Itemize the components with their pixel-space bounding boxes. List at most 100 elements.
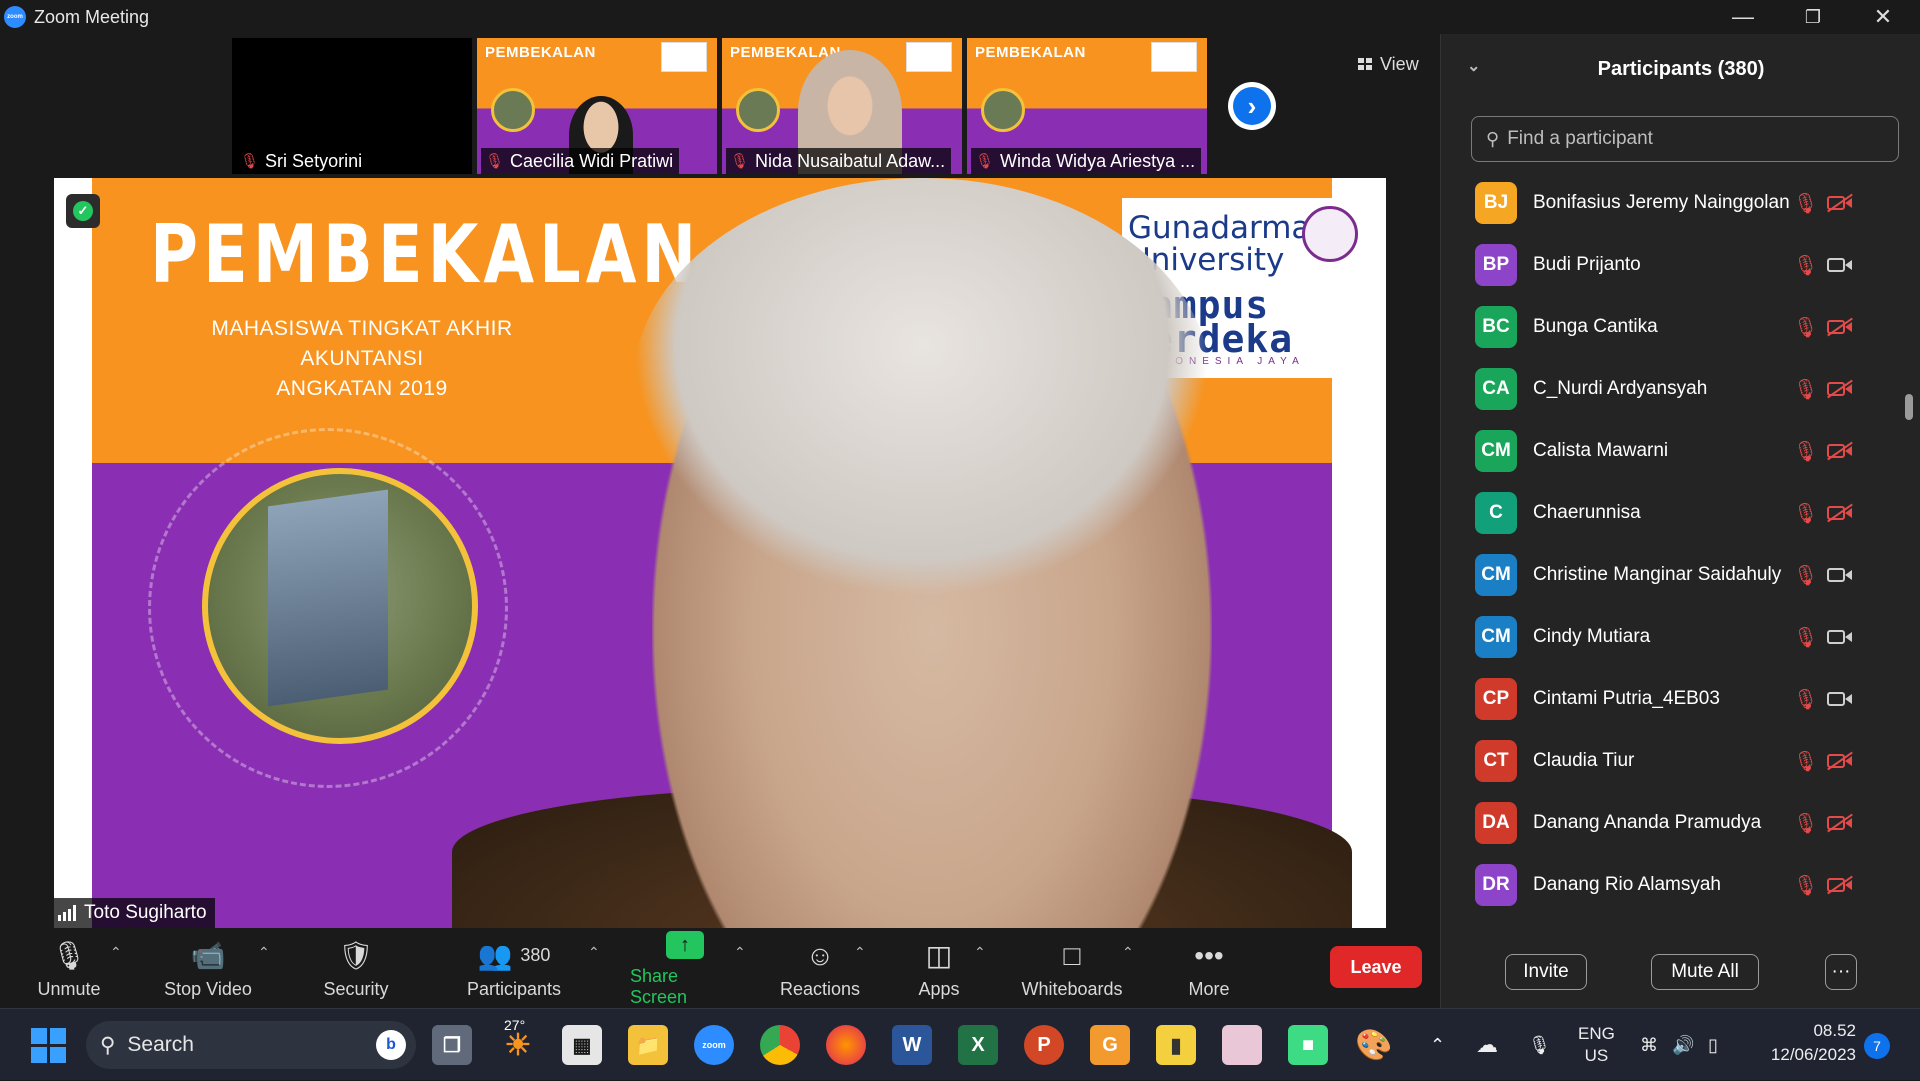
reactions-options-caret-icon[interactable]: ⌃ bbox=[854, 944, 866, 961]
participant-row[interactable]: CT Claudia Tiur 🎙 bbox=[1441, 730, 1903, 792]
firefox-icon[interactable] bbox=[826, 1025, 866, 1065]
microsoft-store-icon[interactable]: ▦ bbox=[562, 1025, 602, 1065]
apps-options-caret-icon[interactable]: ⌃ bbox=[974, 944, 986, 961]
anime-app-icon[interactable] bbox=[1222, 1025, 1262, 1065]
close-button[interactable]: ✕ bbox=[1848, 0, 1918, 34]
participant-row[interactable]: CM Cindy Mutiara 🎙 bbox=[1441, 606, 1903, 668]
leave-button[interactable]: Leave bbox=[1330, 946, 1422, 988]
powerpoint-icon[interactable]: P bbox=[1024, 1025, 1064, 1065]
chrome-icon[interactable] bbox=[760, 1025, 800, 1065]
participant-name: Christine Manginar Saidahuly bbox=[1533, 564, 1782, 585]
whiteboards-button[interactable]: □ Whiteboards bbox=[1016, 930, 1128, 1008]
minimize-button[interactable]: — bbox=[1708, 0, 1778, 34]
onedrive-cloud-icon[interactable]: ☁ bbox=[1476, 1009, 1498, 1081]
chevron-down-icon[interactable]: ⌄ bbox=[1467, 56, 1480, 76]
shield-icon: 🛡 bbox=[338, 940, 374, 971]
connection-signal-icon bbox=[58, 905, 76, 921]
participant-thumbnail[interactable]: PEMBEKALAN 🎙 Caecilia Widi Pratiwi bbox=[477, 38, 717, 174]
encryption-shield-icon[interactable]: ✓ bbox=[66, 194, 100, 228]
share-screen-button[interactable]: ↑ Share Screen bbox=[630, 930, 740, 1008]
panel-more-button[interactable]: ··· bbox=[1825, 954, 1857, 990]
participant-list-scrollbar[interactable] bbox=[1905, 184, 1913, 924]
video-off-icon bbox=[1827, 751, 1853, 771]
speaker-hair bbox=[632, 178, 1212, 598]
file-explorer-icon[interactable]: 📁 bbox=[628, 1025, 668, 1065]
whiteboards-options-caret-icon[interactable]: ⌃ bbox=[1122, 944, 1134, 961]
active-speaker-video[interactable]: PEMBEKALAN MAHASISWA TINGKAT AKHIR AKUNT… bbox=[54, 178, 1386, 928]
participant-thumbnail[interactable]: 🎙 Sri Setyorini bbox=[232, 38, 472, 174]
apps-button[interactable]: ◫ Apps bbox=[906, 930, 972, 1008]
video-off-icon bbox=[1827, 503, 1853, 523]
zoom-app-icon[interactable]: zoom bbox=[694, 1025, 734, 1065]
participant-name: Bonifasius Jeremy Nainggolan bbox=[1533, 192, 1790, 213]
slide-subtitle: MAHASISWA TINGKAT AKHIR AKUNTANSI ANGKAT… bbox=[152, 314, 572, 404]
participant-name: Sri Setyorini bbox=[265, 150, 363, 171]
stop-video-label: Stop Video bbox=[164, 978, 252, 999]
security-button[interactable]: 🛡 Security bbox=[310, 930, 402, 1008]
participant-row[interactable]: BJ Bonifasius Jeremy Nainggolan 🎙 bbox=[1441, 172, 1903, 234]
participant-search[interactable]: ⚲ bbox=[1471, 116, 1899, 162]
bing-icon[interactable]: b bbox=[376, 1030, 406, 1060]
reactions-button[interactable]: ☺ Reactions bbox=[776, 930, 864, 1008]
participants-label: Participants bbox=[466, 978, 562, 999]
participant-thumbnail[interactable]: PEMBEKALAN 🎙 Winda Widya Ariestya ... bbox=[967, 38, 1207, 174]
audio-options-caret-icon[interactable]: ⌃ bbox=[110, 944, 122, 961]
mic-off-icon: 🎙 bbox=[485, 153, 505, 170]
taskbar-search[interactable]: ⚲ Search b bbox=[86, 1021, 416, 1069]
pdf-app-icon[interactable]: G bbox=[1090, 1025, 1130, 1065]
sticky-notes-icon[interactable]: ▮ bbox=[1156, 1025, 1196, 1065]
video-on-icon bbox=[1827, 566, 1853, 584]
university-seal-icon bbox=[1302, 206, 1358, 262]
more-button[interactable]: ••• More bbox=[1176, 930, 1242, 1008]
microphone-icon[interactable]: 🎙 bbox=[1528, 1009, 1551, 1081]
next-page-button[interactable]: › bbox=[1228, 82, 1276, 130]
task-view-icon[interactable]: ❐ bbox=[432, 1025, 472, 1065]
windows-start-icon[interactable] bbox=[28, 1025, 68, 1065]
video-options-caret-icon[interactable]: ⌃ bbox=[258, 944, 270, 961]
paint-icon[interactable]: 🎨 bbox=[1354, 1025, 1394, 1065]
participant-row[interactable]: DR Danang Rio Alamsyah 🎙 bbox=[1441, 854, 1903, 916]
avatar: CT bbox=[1475, 740, 1517, 782]
slide-subtitle-line: MAHASISWA TINGKAT AKHIR AKUNTANSI bbox=[211, 317, 513, 370]
invite-button[interactable]: Invite bbox=[1505, 954, 1587, 990]
video-on-icon bbox=[1827, 256, 1853, 274]
participant-row[interactable]: BP Budi Prijanto 🎙 bbox=[1441, 234, 1903, 296]
mic-off-icon: 🎙 bbox=[1793, 626, 1819, 649]
wifi-icon[interactable]: ⌘ bbox=[1640, 1009, 1658, 1081]
android-app-icon[interactable]: ■ bbox=[1288, 1025, 1328, 1065]
participant-row[interactable]: CP Cintami Putria_4EB03 🎙 bbox=[1441, 668, 1903, 730]
participant-row[interactable]: BC Bunga Cantika 🎙 bbox=[1441, 296, 1903, 358]
language-indicator[interactable]: ENG US bbox=[1578, 1009, 1615, 1081]
thumbnail-name-tag: 🎙 Nida Nusaibatul Adaw... bbox=[726, 148, 952, 174]
slide-title: PEMBEKALAN bbox=[485, 44, 596, 61]
view-button[interactable]: View bbox=[1346, 46, 1431, 82]
share-options-caret-icon[interactable]: ⌃ bbox=[734, 944, 746, 961]
unmute-button[interactable]: 🎙 Unmute bbox=[24, 930, 114, 1008]
participant-row[interactable]: CM Christine Manginar Saidahuly 🎙 bbox=[1441, 544, 1903, 606]
search-input[interactable] bbox=[1507, 128, 1888, 150]
participants-button[interactable]: 👥 380 Participants bbox=[460, 930, 568, 1008]
video-off-icon bbox=[1827, 813, 1853, 833]
university-logo bbox=[1151, 42, 1197, 72]
participant-name: Cintami Putria_4EB03 bbox=[1533, 688, 1720, 709]
notification-badge[interactable]: 7 bbox=[1864, 1033, 1890, 1059]
stop-video-button[interactable]: 📹 Stop Video bbox=[156, 930, 260, 1008]
university-logo bbox=[906, 42, 952, 72]
taskbar-clock[interactable]: 08.52 12/06/2023 bbox=[1756, 1019, 1856, 1067]
participant-row[interactable]: DA Danang Ananda Pramudya 🎙 bbox=[1441, 792, 1903, 854]
restore-button[interactable]: ❐ bbox=[1778, 0, 1848, 34]
excel-icon[interactable]: X bbox=[958, 1025, 998, 1065]
word-icon[interactable]: W bbox=[892, 1025, 932, 1065]
participant-name: Caecilia Widi Pratiwi bbox=[510, 150, 674, 171]
participant-row[interactable]: C Chaerunnisa 🎙 bbox=[1441, 482, 1903, 544]
mute-all-button[interactable]: Mute All bbox=[1651, 954, 1759, 990]
participant-thumbnail[interactable]: PEMBEKALAN 🎙 Nida Nusaibatul Adaw... bbox=[722, 38, 962, 174]
participants-options-caret-icon[interactable]: ⌃ bbox=[588, 944, 600, 961]
battery-icon[interactable]: ▯ bbox=[1708, 1009, 1718, 1081]
participant-row[interactable]: CA C_Nurdi Ardyansyah 🎙 bbox=[1441, 358, 1903, 420]
participant-row[interactable]: CM Calista Mawarni 🎙 bbox=[1441, 420, 1903, 482]
volume-icon[interactable]: 🔊 bbox=[1672, 1009, 1694, 1081]
slide-subtitle-line: ANGKATAN 2019 bbox=[276, 377, 448, 400]
panel-title: Participants (380) bbox=[1597, 57, 1765, 80]
show-hidden-icons-chevron-icon[interactable]: ⌃ bbox=[1430, 1009, 1445, 1081]
